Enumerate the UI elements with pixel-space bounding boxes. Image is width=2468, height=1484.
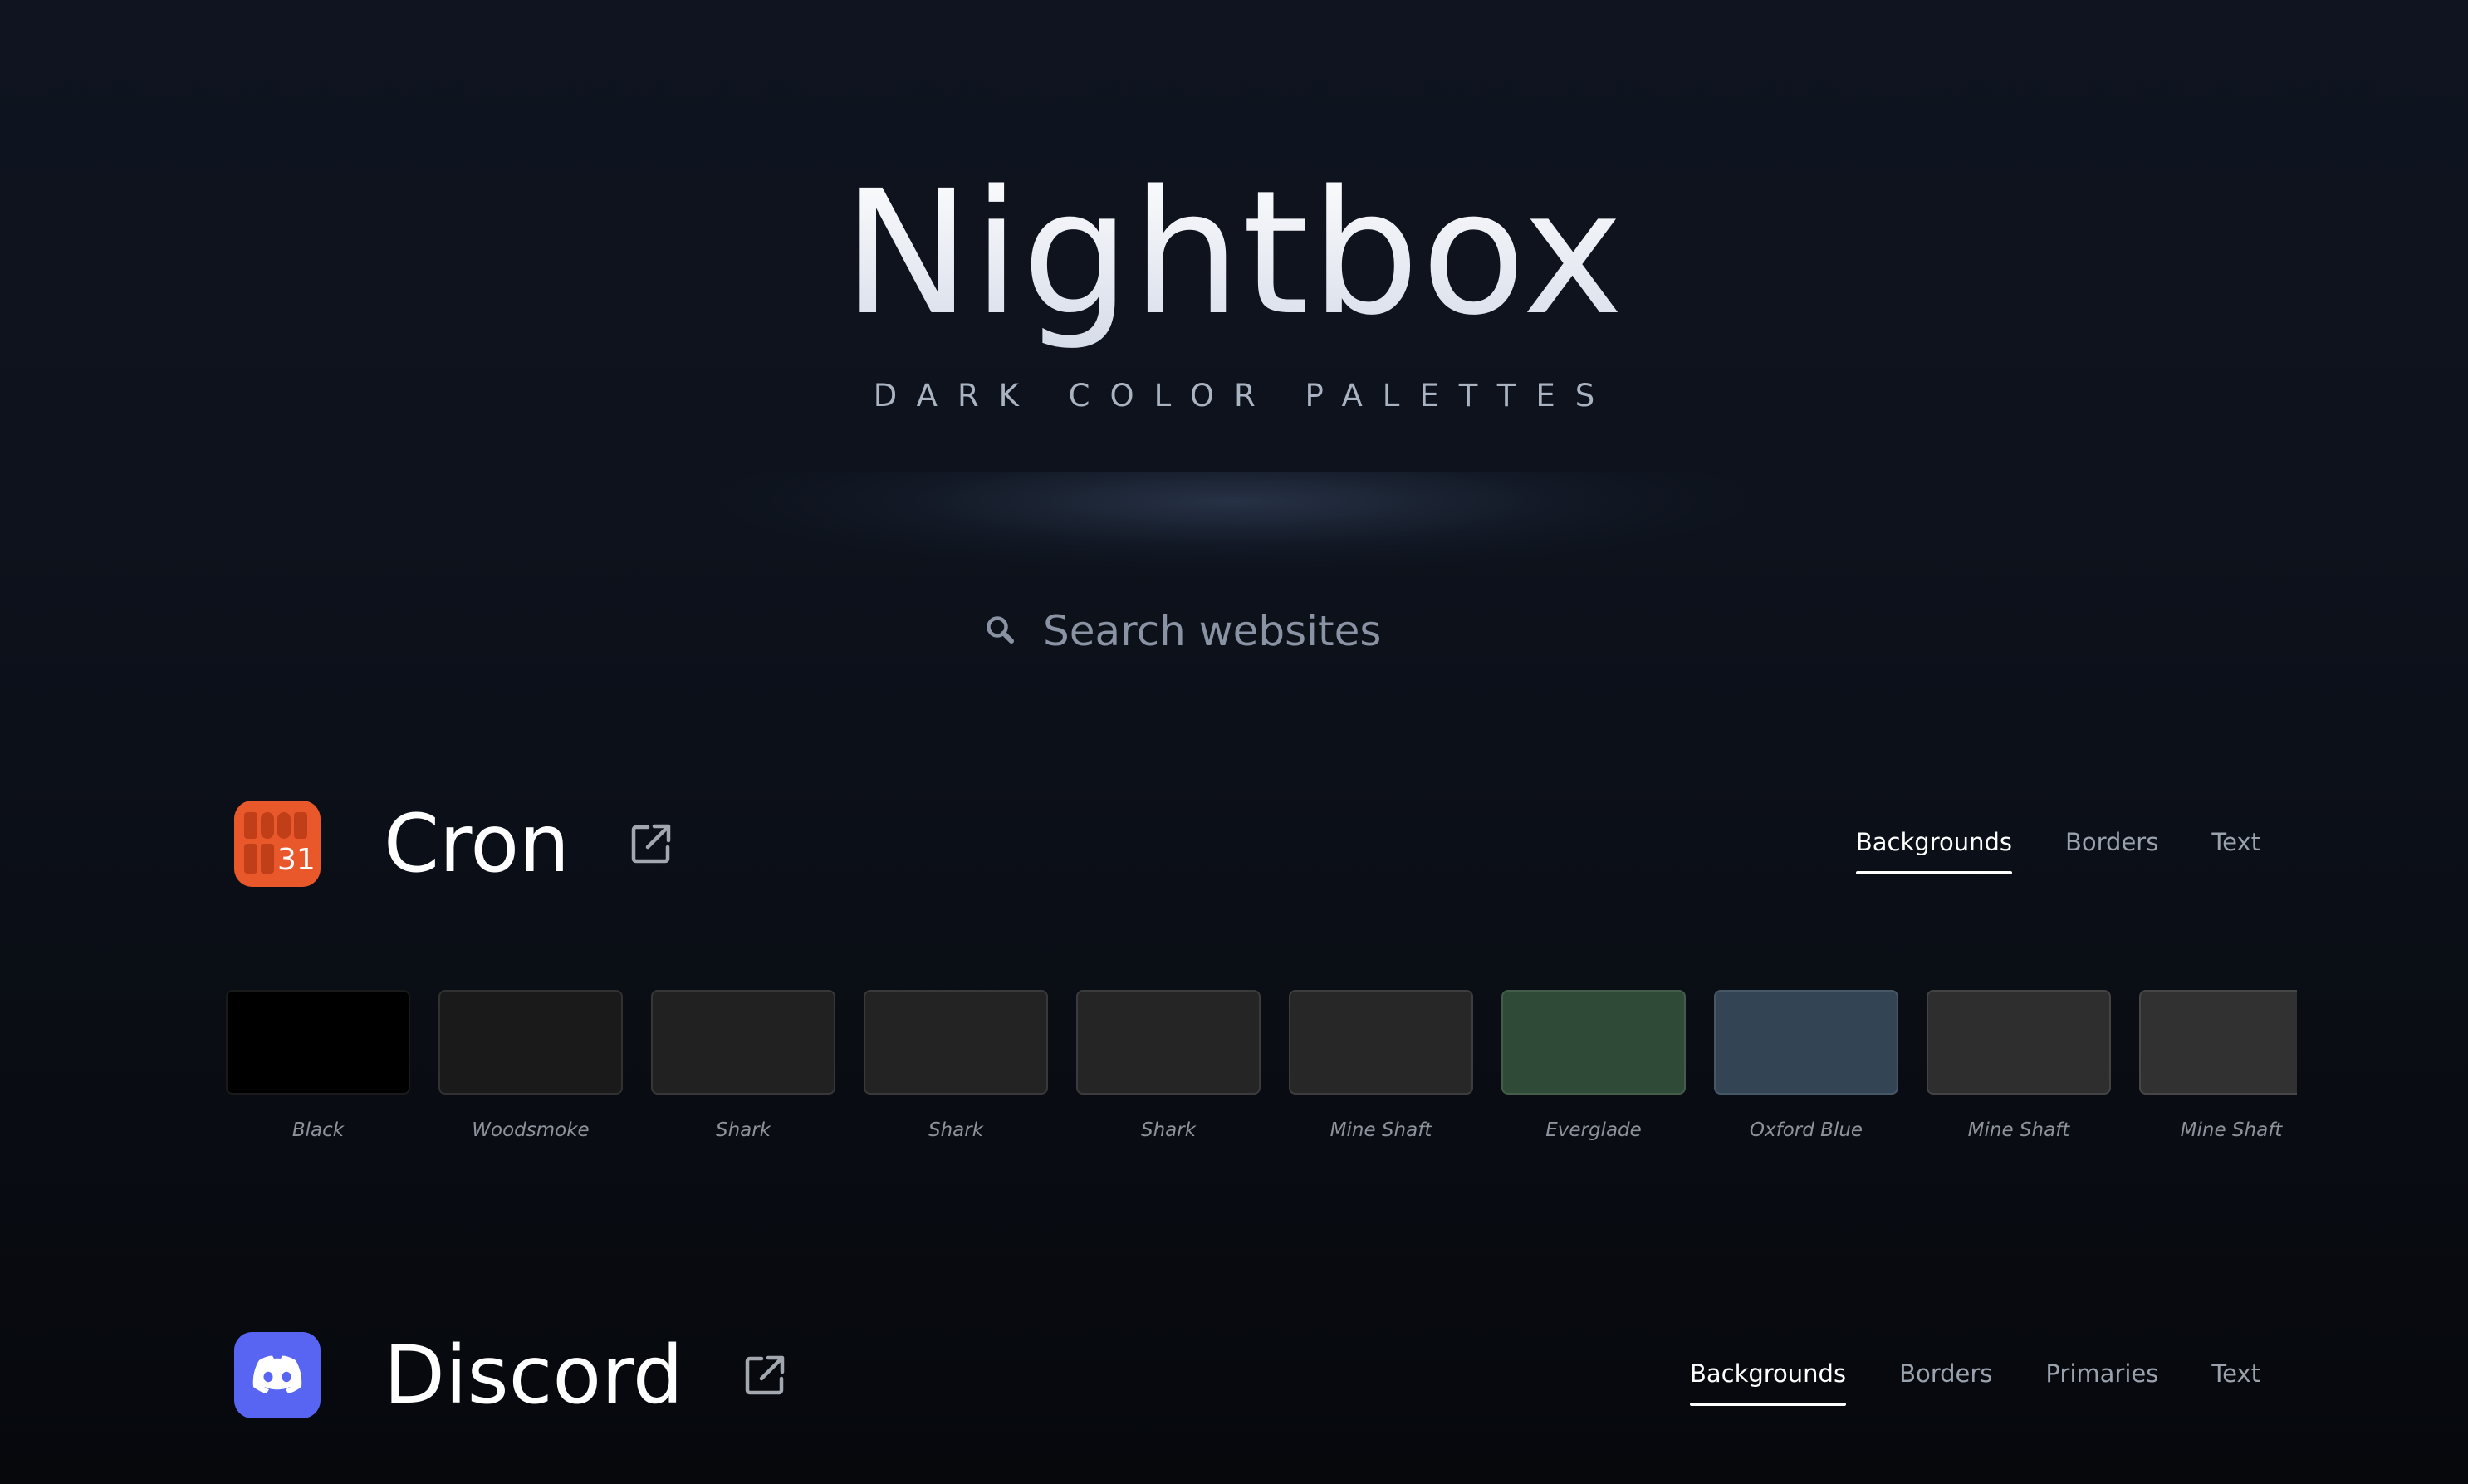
- color-swatch[interactable]: Everglade: [1500, 990, 1712, 1141]
- swatch-color: [2139, 990, 2297, 1095]
- tab-backgrounds[interactable]: Backgrounds: [1689, 1359, 1847, 1406]
- tab-borders[interactable]: Borders: [2065, 828, 2158, 860]
- site-header-cron: 31 Cron Backgrounds Borders Text: [234, 801, 2260, 887]
- swatch-color: [1927, 990, 2111, 1095]
- swatch-color: [1714, 990, 1898, 1095]
- swatch-label: Mine Shaft: [2180, 1119, 2283, 1141]
- external-link-icon[interactable]: [743, 1354, 786, 1397]
- swatch-color: [226, 990, 410, 1095]
- palette-tabs: Backgrounds Borders Text: [1803, 801, 2260, 887]
- color-swatch[interactable]: Mine Shaft: [2137, 990, 2297, 1141]
- swatch-color: [1076, 990, 1261, 1095]
- external-link-icon[interactable]: [629, 822, 673, 865]
- site-header-discord: Discord Backgrounds Borders Primaries Te…: [234, 1332, 2260, 1418]
- swatch-label: Shark: [928, 1119, 984, 1141]
- color-swatch[interactable]: Mine Shaft: [1925, 990, 2137, 1141]
- color-swatch[interactable]: Black: [224, 990, 437, 1141]
- color-swatch[interactable]: Shark: [862, 990, 1075, 1141]
- swatch-label: Mine Shaft: [1967, 1119, 2070, 1141]
- search-icon: [980, 610, 1023, 653]
- tab-backgrounds[interactable]: Backgrounds: [1855, 828, 2013, 874]
- color-swatch[interactable]: Woodsmoke: [437, 990, 649, 1141]
- page-subtitle: DARK COLOR PALETTES: [873, 378, 1615, 414]
- search-input[interactable]: [1041, 606, 1476, 656]
- tab-text[interactable]: Text: [2211, 828, 2260, 860]
- site-name: Cron: [384, 797, 570, 890]
- color-swatch[interactable]: Oxford Blue: [1712, 990, 1925, 1141]
- swatch-label: Shark: [715, 1119, 771, 1141]
- discord-logo: [234, 1332, 321, 1418]
- swatch-color: [651, 990, 835, 1095]
- site-name: Discord: [384, 1329, 683, 1422]
- swatch-color: [1289, 990, 1473, 1095]
- hero-glow: [714, 472, 1752, 571]
- swatch-label: Mine Shaft: [1329, 1119, 1432, 1141]
- swatch-color: [864, 990, 1048, 1095]
- cron-logo-text: 31: [277, 843, 316, 877]
- swatch-label: Everglade: [1545, 1119, 1642, 1141]
- swatch-color: [438, 990, 623, 1095]
- color-swatch[interactable]: Shark: [649, 990, 862, 1141]
- color-swatch[interactable]: Mine Shaft: [1287, 990, 1500, 1141]
- swatch-row: Black Woodsmoke Shark Shark Shark Mine S…: [224, 990, 2297, 1156]
- color-swatch[interactable]: Shark: [1075, 990, 1287, 1141]
- cron-logo: 31: [234, 801, 321, 887]
- swatch-color: [1501, 990, 1686, 1095]
- palette-tabs: Backgrounds Borders Primaries Text: [1637, 1332, 2260, 1418]
- tab-borders[interactable]: Borders: [1899, 1359, 1992, 1391]
- swatch-label: Shark: [1140, 1119, 1197, 1141]
- swatch-label: Oxford Blue: [1749, 1119, 1863, 1141]
- swatch-label: Black: [291, 1119, 345, 1141]
- tab-text[interactable]: Text: [2211, 1359, 2260, 1391]
- search-bar[interactable]: [980, 598, 1495, 664]
- swatch-label: Woodsmoke: [472, 1119, 590, 1141]
- tab-primaries[interactable]: Primaries: [2045, 1359, 2158, 1391]
- page-title: Nightbox: [0, 154, 2468, 353]
